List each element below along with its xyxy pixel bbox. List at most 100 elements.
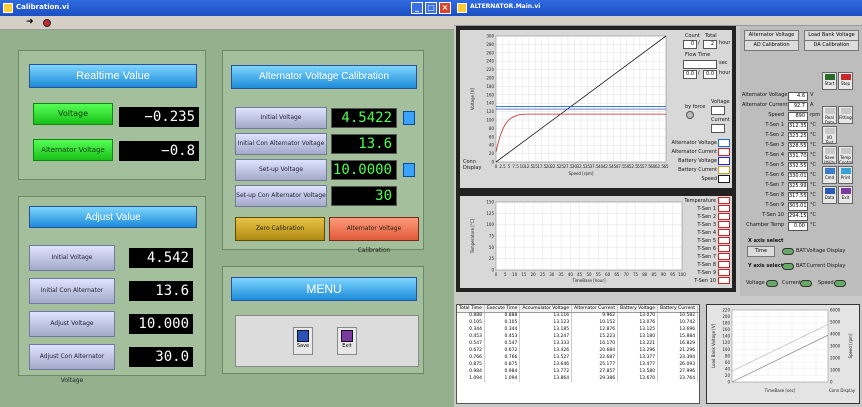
legend1-swatch	[718, 175, 730, 183]
calibration-row-value[interactable]: 4.5422	[331, 108, 397, 128]
side-button[interactable]: Stop	[838, 72, 853, 90]
table-cell: 0.984	[484, 368, 521, 375]
table-cell: 0.875	[457, 361, 485, 368]
table-cell: 1319.513	[697, 326, 699, 333]
table-row[interactable]: 0.6720.67213.42620.68413.29621.2961401.6…	[457, 347, 699, 354]
calibration-row-value[interactable]: 13.6	[331, 134, 397, 154]
voltage-toggle[interactable]	[766, 280, 778, 287]
y-tick-label: 50	[489, 245, 495, 250]
side-button[interactable]: Data	[822, 186, 837, 204]
abort-icon[interactable]	[43, 19, 51, 27]
y-tick-label: 140	[722, 334, 730, 339]
x-axis-dropdown[interactable]: Time	[747, 246, 775, 257]
table-row[interactable]: 0.9840.98413.77227.85713.58027.9961487.5…	[457, 368, 699, 375]
exit-button[interactable]: Exit	[337, 327, 357, 355]
table-row[interactable]: 0.1050.10513.12310.15213.07610.7421399.4…	[457, 319, 699, 326]
vi-icon	[3, 3, 13, 13]
y-tick-label: 80	[489, 126, 495, 131]
table-row[interactable]: 1.0941.09413.86429.38613.67023.7641517.8…	[457, 375, 699, 382]
table-cell: 1.094	[484, 375, 521, 382]
data-table[interactable]: Total Time Execute Time Accumulator Voltag…	[456, 304, 700, 404]
side-button[interactable]: Exit	[838, 186, 853, 204]
side-button[interactable]: Fitting	[838, 106, 853, 124]
table-header: Total Time	[457, 305, 485, 313]
calibration-row-value[interactable]: 30	[331, 186, 397, 206]
maximize-icon[interactable]: □	[425, 2, 437, 14]
readout-unit: °C	[810, 192, 816, 198]
side-button[interactable]: Save Utility Collect	[822, 146, 837, 164]
table-cell: 21.296	[657, 347, 699, 354]
table-row[interactable]: 0.7660.76613.52722.68713.37723.3941429.2…	[457, 354, 699, 361]
y-tick-label: 40	[489, 143, 495, 148]
table-cell: 0.105	[484, 319, 521, 326]
bat-current-toggle[interactable]	[782, 263, 794, 270]
table-row[interactable]: 0.8750.87513.64625.17713.47726.0931458.8…	[457, 361, 699, 368]
table-row[interactable]: 0.8880.88813.1169.96213.07010.5821398.66…	[457, 312, 699, 319]
legend1-label: Alternator Voltage	[671, 140, 717, 146]
readout-value: 331.70	[788, 152, 808, 161]
by-force-label: by force	[685, 104, 706, 110]
readout-value: 294.15	[788, 212, 808, 221]
adjust-row-label: Initial Voltage	[29, 245, 115, 271]
toolbar	[454, 16, 862, 26]
run-arrow-icon[interactable]: ➜	[26, 18, 34, 27]
x-axis-label: TimeBase [sec]	[764, 388, 796, 393]
table-cell: 0.453	[484, 333, 521, 340]
alternator-calibration-button[interactable]: Alternator Voltage Calibration	[329, 217, 419, 254]
table-header: All Speed	[697, 305, 699, 313]
zero-calibration-button[interactable]: Zero Calibration	[235, 217, 325, 241]
table-row[interactable]: 0.5470.54713.33316.17013.22116.8291376.1…	[457, 340, 699, 347]
side-button[interactable]: Cmd	[822, 166, 837, 184]
adjust-row-label: Adjust Con Alternator Voltage	[29, 344, 115, 384]
current-force-value[interactable]	[711, 124, 725, 133]
y-tick-label: 220	[722, 308, 730, 313]
side-button-label: Real Data	[824, 115, 835, 124]
current-toggle[interactable]	[800, 280, 812, 287]
save-button[interactable]: Save	[293, 327, 313, 355]
readout-unit: rpm	[810, 112, 821, 118]
side-button[interactable]: Print	[838, 166, 853, 184]
table-row[interactable]: 0.4530.45313.24715.22313.18015.8841343.6…	[457, 333, 699, 340]
x-tick-label: 75	[633, 272, 639, 277]
table-header: Battery Current	[657, 305, 699, 313]
table-cell: 16.170	[571, 340, 619, 347]
readout-label: Chamber Temp	[746, 222, 784, 228]
minimize-icon[interactable]: _	[411, 2, 423, 14]
bat-voltage-toggle[interactable]	[782, 248, 794, 255]
side-button-icon	[840, 148, 851, 154]
table-cell: 13.123	[519, 319, 573, 326]
calibration-row-value[interactable]: 10.0000	[331, 160, 397, 180]
side-button-label: Start	[824, 81, 835, 86]
table-cell: 0.888	[457, 312, 485, 319]
table-cell: 13.076	[617, 319, 659, 326]
da-calibration-button[interactable]: DA Calibration	[804, 40, 859, 51]
ad-calibration-button[interactable]: AD Calibration	[744, 40, 799, 51]
side-button[interactable]: Real Data	[822, 106, 837, 124]
voltage-toggle-label: Voltage	[746, 280, 765, 286]
by-force-led[interactable]	[686, 111, 694, 119]
realtime-title: Realtime Value	[29, 64, 197, 88]
side-button[interactable]: I/O Test	[822, 126, 837, 144]
increment-button[interactable]	[403, 111, 415, 125]
side-button[interactable]: Start	[822, 72, 837, 90]
calibration-titlebar[interactable]: Calibration.vi _ □ ×	[0, 0, 454, 16]
table-cell: 10.582	[657, 312, 699, 319]
table-header: Execute Time	[484, 305, 521, 313]
table-cell: 1398.665	[697, 312, 699, 319]
table-cell: 13.772	[519, 368, 573, 375]
side-button-icon	[824, 168, 835, 174]
close-icon[interactable]: ×	[439, 2, 451, 14]
table-row[interactable]: 0.3440.34413.18512.87613.12513.6961319.5…	[457, 326, 699, 333]
side-button[interactable]: Temp Controller	[838, 146, 853, 164]
main-titlebar[interactable]: ALTERNATOR.Main.vi	[454, 0, 862, 16]
legend2-label: T-Sen 8	[697, 262, 716, 268]
side-button-label: Print	[840, 175, 851, 180]
speed-toggle[interactable]	[834, 280, 846, 287]
voltage-force-value[interactable]	[711, 106, 725, 115]
y-tick-label: 80	[725, 353, 731, 358]
y-tick-label: 125	[486, 211, 494, 216]
readout-label: T-Sen 6	[765, 172, 784, 178]
table-cell: 0.453	[457, 333, 485, 340]
increment-button[interactable]	[403, 163, 415, 177]
table-cell: 0.105	[457, 319, 485, 326]
